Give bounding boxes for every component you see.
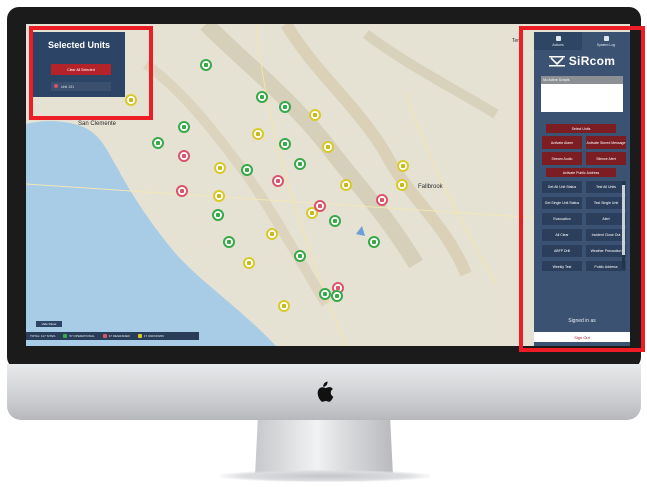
monitor-stand-foot bbox=[220, 470, 430, 482]
monitor-stand bbox=[255, 420, 393, 476]
map-label-fallbrook: Fallbrook bbox=[418, 184, 443, 190]
unknown-swatch-icon bbox=[137, 334, 142, 338]
unit-marker[interactable] bbox=[241, 164, 253, 176]
highlight-frame-selected-units bbox=[29, 26, 153, 120]
unit-marker[interactable] bbox=[294, 250, 306, 262]
legend-operational: 57 OPERATIONAL bbox=[63, 334, 95, 338]
unit-marker[interactable] bbox=[331, 290, 343, 302]
unit-marker[interactable] bbox=[368, 236, 380, 248]
unit-marker[interactable] bbox=[309, 109, 321, 121]
unit-marker[interactable] bbox=[223, 236, 235, 248]
unit-marker[interactable] bbox=[178, 121, 190, 133]
unit-marker[interactable] bbox=[278, 300, 290, 312]
operational-swatch-icon bbox=[63, 334, 68, 338]
legend-unknown: 17 UNKNOWN bbox=[137, 334, 164, 338]
unit-marker[interactable] bbox=[178, 150, 190, 162]
map-label-san-clemente: San Clemente bbox=[78, 121, 117, 127]
unit-marker[interactable] bbox=[340, 179, 352, 191]
unit-marker[interactable] bbox=[212, 209, 224, 221]
unit-marker[interactable] bbox=[266, 228, 278, 240]
unit-marker[interactable] bbox=[329, 215, 341, 227]
unit-marker[interactable] bbox=[397, 160, 409, 172]
unit-marker[interactable] bbox=[279, 101, 291, 113]
legend-total: TOTAL: 117 SITES bbox=[30, 334, 56, 338]
unit-marker[interactable] bbox=[243, 257, 255, 269]
unit-marker[interactable] bbox=[294, 158, 306, 170]
unit-marker[interactable] bbox=[314, 200, 326, 212]
unit-marker[interactable] bbox=[319, 288, 331, 300]
legend-degraded: 17 DEGRADED bbox=[102, 334, 130, 338]
unit-marker[interactable] bbox=[152, 137, 164, 149]
unit-marker[interactable] bbox=[272, 175, 284, 187]
unit-marker[interactable] bbox=[396, 179, 408, 191]
unit-marker[interactable] bbox=[176, 185, 188, 197]
degraded-swatch-icon bbox=[102, 334, 107, 338]
unit-marker[interactable] bbox=[376, 194, 388, 206]
highlight-frame-sidebar bbox=[519, 26, 645, 352]
unit-marker[interactable] bbox=[279, 138, 291, 150]
unit-marker[interactable] bbox=[214, 162, 226, 174]
hide-panel-button[interactable]: Hide Panel bbox=[36, 321, 62, 327]
unit-marker[interactable] bbox=[200, 59, 212, 71]
apple-logo-icon bbox=[317, 381, 334, 402]
status-legend: TOTAL: 117 SITES 57 OPERATIONAL 17 DEGRA… bbox=[26, 332, 199, 340]
unit-marker[interactable] bbox=[322, 141, 334, 153]
unit-marker[interactable] bbox=[252, 128, 264, 140]
unit-marker[interactable] bbox=[256, 91, 268, 103]
unit-marker[interactable] bbox=[213, 190, 225, 202]
